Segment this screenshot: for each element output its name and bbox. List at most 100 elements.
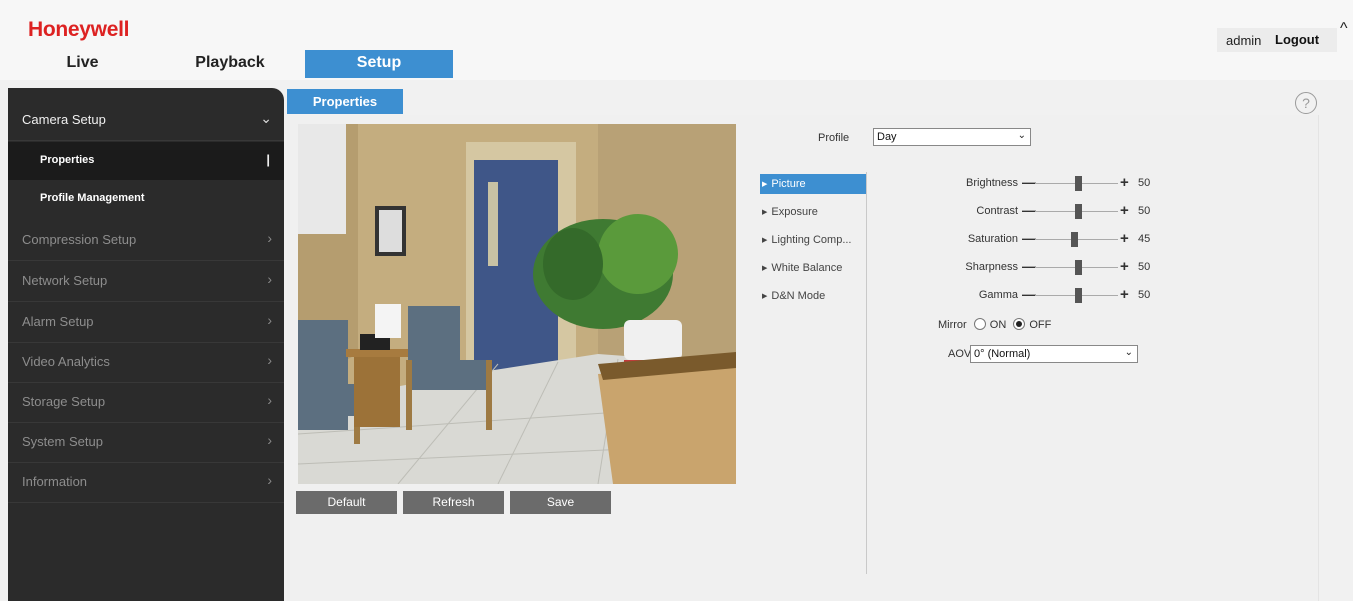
aov-select-value: 0° (Normal) bbox=[974, 348, 1031, 360]
mirror-off-radio[interactable] bbox=[1013, 318, 1026, 330]
slider-value: 45 bbox=[1138, 233, 1151, 245]
minus-icon[interactable]: — bbox=[1022, 287, 1036, 301]
triangle-right-icon: ▶ bbox=[762, 209, 768, 216]
slider-handle[interactable] bbox=[1075, 260, 1082, 275]
sidebar-item-label: System Setup bbox=[22, 434, 103, 449]
profile-label: Profile bbox=[818, 132, 850, 144]
chevron-right-icon: › bbox=[267, 432, 272, 448]
minus-icon[interactable]: — bbox=[1022, 231, 1036, 245]
sidebar-item-video-analytics[interactable]: Video Analytics › bbox=[8, 342, 284, 383]
chevron-right-icon: › bbox=[267, 230, 272, 246]
chevron-right-icon: › bbox=[267, 312, 272, 328]
save-button[interactable]: Save bbox=[510, 491, 611, 514]
category-divider bbox=[866, 172, 867, 574]
slider-handle[interactable] bbox=[1071, 232, 1078, 247]
category-dn-mode[interactable]: ▶ D&N Mode bbox=[760, 286, 866, 306]
sidebar-item-network-setup[interactable]: Network Setup › bbox=[8, 261, 284, 302]
sidebar-subitem-label: Profile Management bbox=[40, 192, 145, 204]
gamma-slider[interactable] bbox=[1035, 288, 1118, 303]
chevron-down-icon: ⌄ bbox=[1017, 130, 1026, 141]
minus-icon[interactable]: — bbox=[1022, 175, 1036, 189]
sidebar-item-system-setup[interactable]: System Setup › bbox=[8, 422, 284, 463]
plus-icon[interactable]: + bbox=[1120, 259, 1129, 274]
refresh-button[interactable]: Refresh bbox=[403, 491, 504, 514]
slider-handle[interactable] bbox=[1075, 204, 1082, 219]
category-label: Picture bbox=[771, 178, 806, 190]
sidebar-item-label: Storage Setup bbox=[22, 394, 106, 409]
sharpness-slider[interactable] bbox=[1035, 260, 1118, 275]
category-picture[interactable]: ▶ Picture bbox=[760, 174, 866, 194]
slider-label: Brightness bbox=[966, 177, 1018, 189]
category-label: Exposure bbox=[771, 206, 818, 218]
mirror-on-label: ON bbox=[989, 319, 1007, 331]
category-lighting-comp[interactable]: ▶ Lighting Comp... bbox=[760, 230, 866, 250]
slider-value: 50 bbox=[1138, 205, 1151, 217]
sharpness-slider-row: Sharpness — + 50 bbox=[880, 258, 1180, 278]
active-marker-icon: | bbox=[266, 152, 270, 167]
category-label: D&N Mode bbox=[771, 290, 826, 302]
chevron-right-icon: › bbox=[267, 271, 272, 287]
tab-properties[interactable]: Properties bbox=[287, 89, 403, 114]
profile-select[interactable]: Day ⌄ bbox=[873, 128, 1031, 146]
sidebar-item-label: Network Setup bbox=[22, 273, 108, 288]
plus-icon[interactable]: + bbox=[1120, 287, 1129, 302]
chevron-down-icon: ⌄ bbox=[260, 110, 272, 126]
slider-label: Saturation bbox=[967, 233, 1018, 245]
sidebar-item-information[interactable]: Information › bbox=[8, 462, 284, 503]
sidebar-item-compression-setup[interactable]: Compression Setup › bbox=[8, 220, 284, 261]
slider-handle[interactable] bbox=[1075, 288, 1082, 303]
contrast-slider[interactable] bbox=[1035, 204, 1118, 219]
sidebar-item-label: Alarm Setup bbox=[22, 314, 94, 329]
slider-label: Contrast bbox=[976, 205, 1018, 217]
mirror-on-radio[interactable] bbox=[973, 318, 986, 330]
aov-label: AOV bbox=[948, 348, 972, 360]
slider-value: 50 bbox=[1138, 177, 1151, 189]
aov-select[interactable]: 0° (Normal) ⌄ bbox=[970, 345, 1138, 363]
minus-icon[interactable]: — bbox=[1022, 259, 1036, 273]
sidebar-subitem-properties[interactable]: Properties | bbox=[8, 142, 284, 180]
chevron-right-icon: › bbox=[267, 392, 272, 408]
brightness-slider[interactable] bbox=[1035, 176, 1118, 191]
triangle-right-icon: ▶ bbox=[762, 181, 768, 188]
triangle-right-icon: ▶ bbox=[762, 265, 768, 272]
sidebar-item-alarm-setup[interactable]: Alarm Setup › bbox=[8, 302, 284, 343]
sidebar-subitem-profile-management[interactable]: Profile Management bbox=[8, 180, 284, 218]
chevron-right-icon: › bbox=[267, 352, 272, 368]
mirror-label: Mirror bbox=[938, 319, 967, 331]
minus-icon[interactable]: — bbox=[1022, 203, 1036, 217]
caret-up-icon[interactable]: ^ bbox=[1340, 20, 1348, 38]
gamma-slider-row: Gamma — + 50 bbox=[880, 286, 1180, 306]
nav-tab-live[interactable]: Live bbox=[40, 50, 125, 78]
plus-icon[interactable]: + bbox=[1120, 203, 1129, 218]
slider-label: Sharpness bbox=[965, 261, 1018, 273]
nav-tab-setup[interactable]: Setup bbox=[305, 50, 453, 78]
category-label: Lighting Comp... bbox=[771, 234, 852, 246]
nav-tab-playback[interactable]: Playback bbox=[175, 50, 285, 78]
category-label: White Balance bbox=[771, 262, 843, 274]
mirror-off-label: OFF bbox=[1029, 319, 1052, 331]
slider-handle[interactable] bbox=[1075, 176, 1082, 191]
category-exposure[interactable]: ▶ Exposure bbox=[760, 202, 866, 222]
plus-icon[interactable]: + bbox=[1120, 231, 1129, 246]
sidebar-item-label: Video Analytics bbox=[22, 354, 110, 369]
logout-link[interactable]: Logout bbox=[1275, 32, 1319, 47]
sidebar-item-camera-setup[interactable]: Camera Setup ⌄ bbox=[8, 100, 284, 141]
sidebar-item-label: Compression Setup bbox=[22, 232, 137, 247]
saturation-slider-row: Saturation — + 45 bbox=[880, 230, 1180, 250]
saturation-slider[interactable] bbox=[1035, 232, 1118, 247]
triangle-right-icon: ▶ bbox=[762, 293, 768, 300]
sidebar-item-storage-setup[interactable]: Storage Setup › bbox=[8, 382, 284, 423]
help-icon[interactable]: ? bbox=[1295, 92, 1317, 114]
contrast-slider-row: Contrast — + 50 bbox=[880, 202, 1180, 222]
brightness-slider-row: Brightness — + 50 bbox=[880, 174, 1180, 194]
slider-value: 50 bbox=[1138, 289, 1151, 301]
sidebar-item-label: Information bbox=[22, 474, 88, 489]
mirror-row: Mirror ON OFF bbox=[938, 318, 1051, 334]
category-white-balance[interactable]: ▶ White Balance bbox=[760, 258, 866, 278]
chevron-right-icon: › bbox=[267, 472, 272, 488]
plus-icon[interactable]: + bbox=[1120, 175, 1129, 190]
chevron-down-icon: ⌄ bbox=[1124, 347, 1133, 358]
triangle-right-icon: ▶ bbox=[762, 237, 768, 244]
default-button[interactable]: Default bbox=[296, 491, 397, 514]
honeywell-logo: Honeywell bbox=[28, 18, 130, 41]
